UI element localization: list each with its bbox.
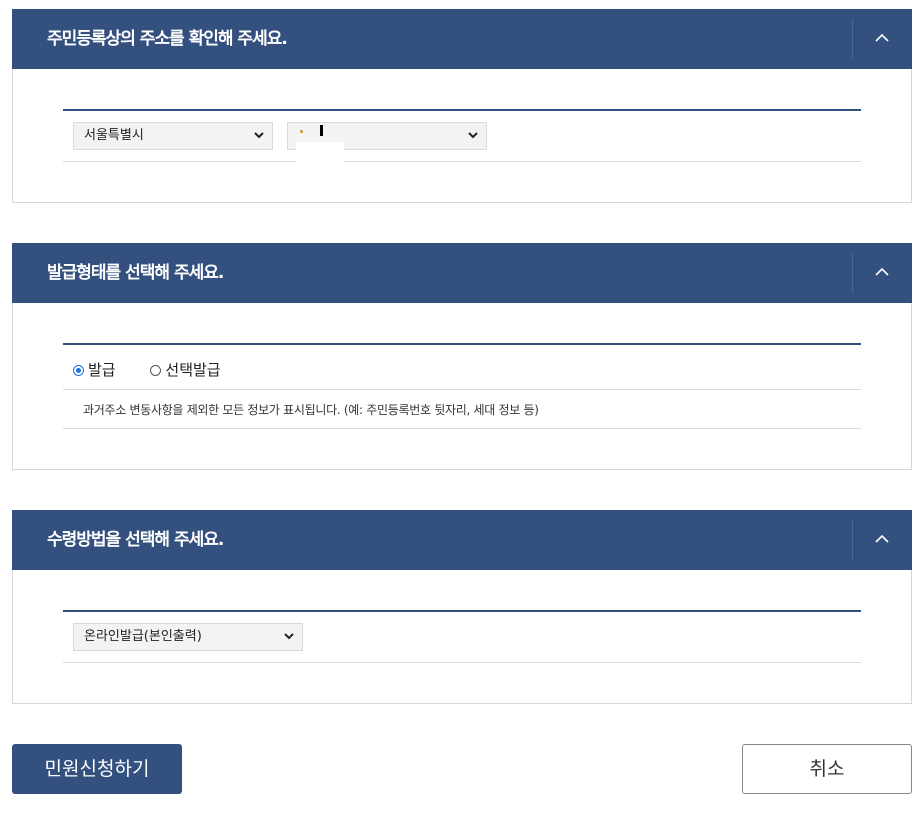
receive-method-row: 온라인발급(본인출력) [63,612,861,663]
district-select-obscured-value [300,130,303,133]
chevron-up-icon [875,33,889,42]
address-section: 주민등록상의 주소를 확인해 주세요. 서울특별시 [12,9,912,203]
issue-type-radio-row: 발급 선택발급 [63,345,861,390]
chevron-up-icon [875,534,889,543]
issue-type-panel: 발급 선택발급 과거주소 변동사항을 제외한 모든 정보가 표시됩니다. (예:… [63,343,861,429]
radio-button-unchecked[interactable] [150,365,162,376]
issue-type-section-body: 발급 선택발급 과거주소 변동사항을 제외한 모든 정보가 표시됩니다. (예:… [12,303,912,470]
redaction-patch [296,142,344,164]
chevron-down-icon [254,132,264,139]
radio-option-label: 발급 [88,361,116,379]
address-row: 서울특별시 [63,111,861,162]
issue-type-section-title: 발급형태를 선택해 주세요. [47,263,224,283]
address-section-header: 주민등록상의 주소를 확인해 주세요. [12,9,912,69]
receive-method-section-body: 온라인발급(본인출력) [12,570,912,704]
text-cursor-mark [320,125,323,136]
receive-method-section-toggle-button[interactable] [852,520,912,560]
chevron-up-icon [875,267,889,276]
receive-method-select[interactable]: 온라인발급(본인출력) [73,623,303,651]
address-section-body: 서울특별시 [12,69,912,203]
issue-type-section-toggle-button[interactable] [852,253,912,293]
issue-type-section-header: 발급형태를 선택해 주세요. [12,243,912,303]
civil-application-page: 주민등록상의 주소를 확인해 주세요. 서울특별시 발급형태를 선택해 주세요.… [0,0,923,815]
radio-option-label: 선택발급 [165,361,221,379]
cancel-button[interactable]: 취소 [742,744,912,794]
submit-application-button[interactable]: 민원신청하기 [12,744,182,794]
issue-type-note: 과거주소 변동사항을 제외한 모든 정보가 표시됩니다. (예: 주민등록번호 … [83,403,539,417]
city-select[interactable]: 서울특별시 [73,122,273,150]
chevron-down-icon [284,633,294,640]
radio-option-issue[interactable]: 발급 [73,359,116,380]
receive-method-select-value: 온라인발급(본인출력) [84,629,202,644]
receive-method-panel: 온라인발급(본인출력) [63,610,861,663]
issue-type-section: 발급형태를 선택해 주세요. 발급 선택발급 과거주소 변동사항을 제외한 모든… [12,243,912,470]
radio-button-checked[interactable] [73,365,84,376]
city-select-value: 서울특별시 [84,128,144,143]
issue-type-radio-group: 발급 선택발급 [73,359,251,380]
address-section-toggle-button[interactable] [852,19,912,59]
address-section-title: 주민등록상의 주소를 확인해 주세요. [47,29,288,49]
receive-method-section: 수령방법을 선택해 주세요. 온라인발급(본인출력) [12,510,912,704]
issue-type-note-row: 과거주소 변동사항을 제외한 모든 정보가 표시됩니다. (예: 주민등록번호 … [63,390,861,429]
receive-method-section-header: 수령방법을 선택해 주세요. [12,510,912,570]
chevron-down-icon [468,132,478,139]
radio-option-selective-issue[interactable]: 선택발급 [150,359,221,380]
address-panel: 서울특별시 [63,109,861,162]
receive-method-section-title: 수령방법을 선택해 주세요. [47,530,224,550]
